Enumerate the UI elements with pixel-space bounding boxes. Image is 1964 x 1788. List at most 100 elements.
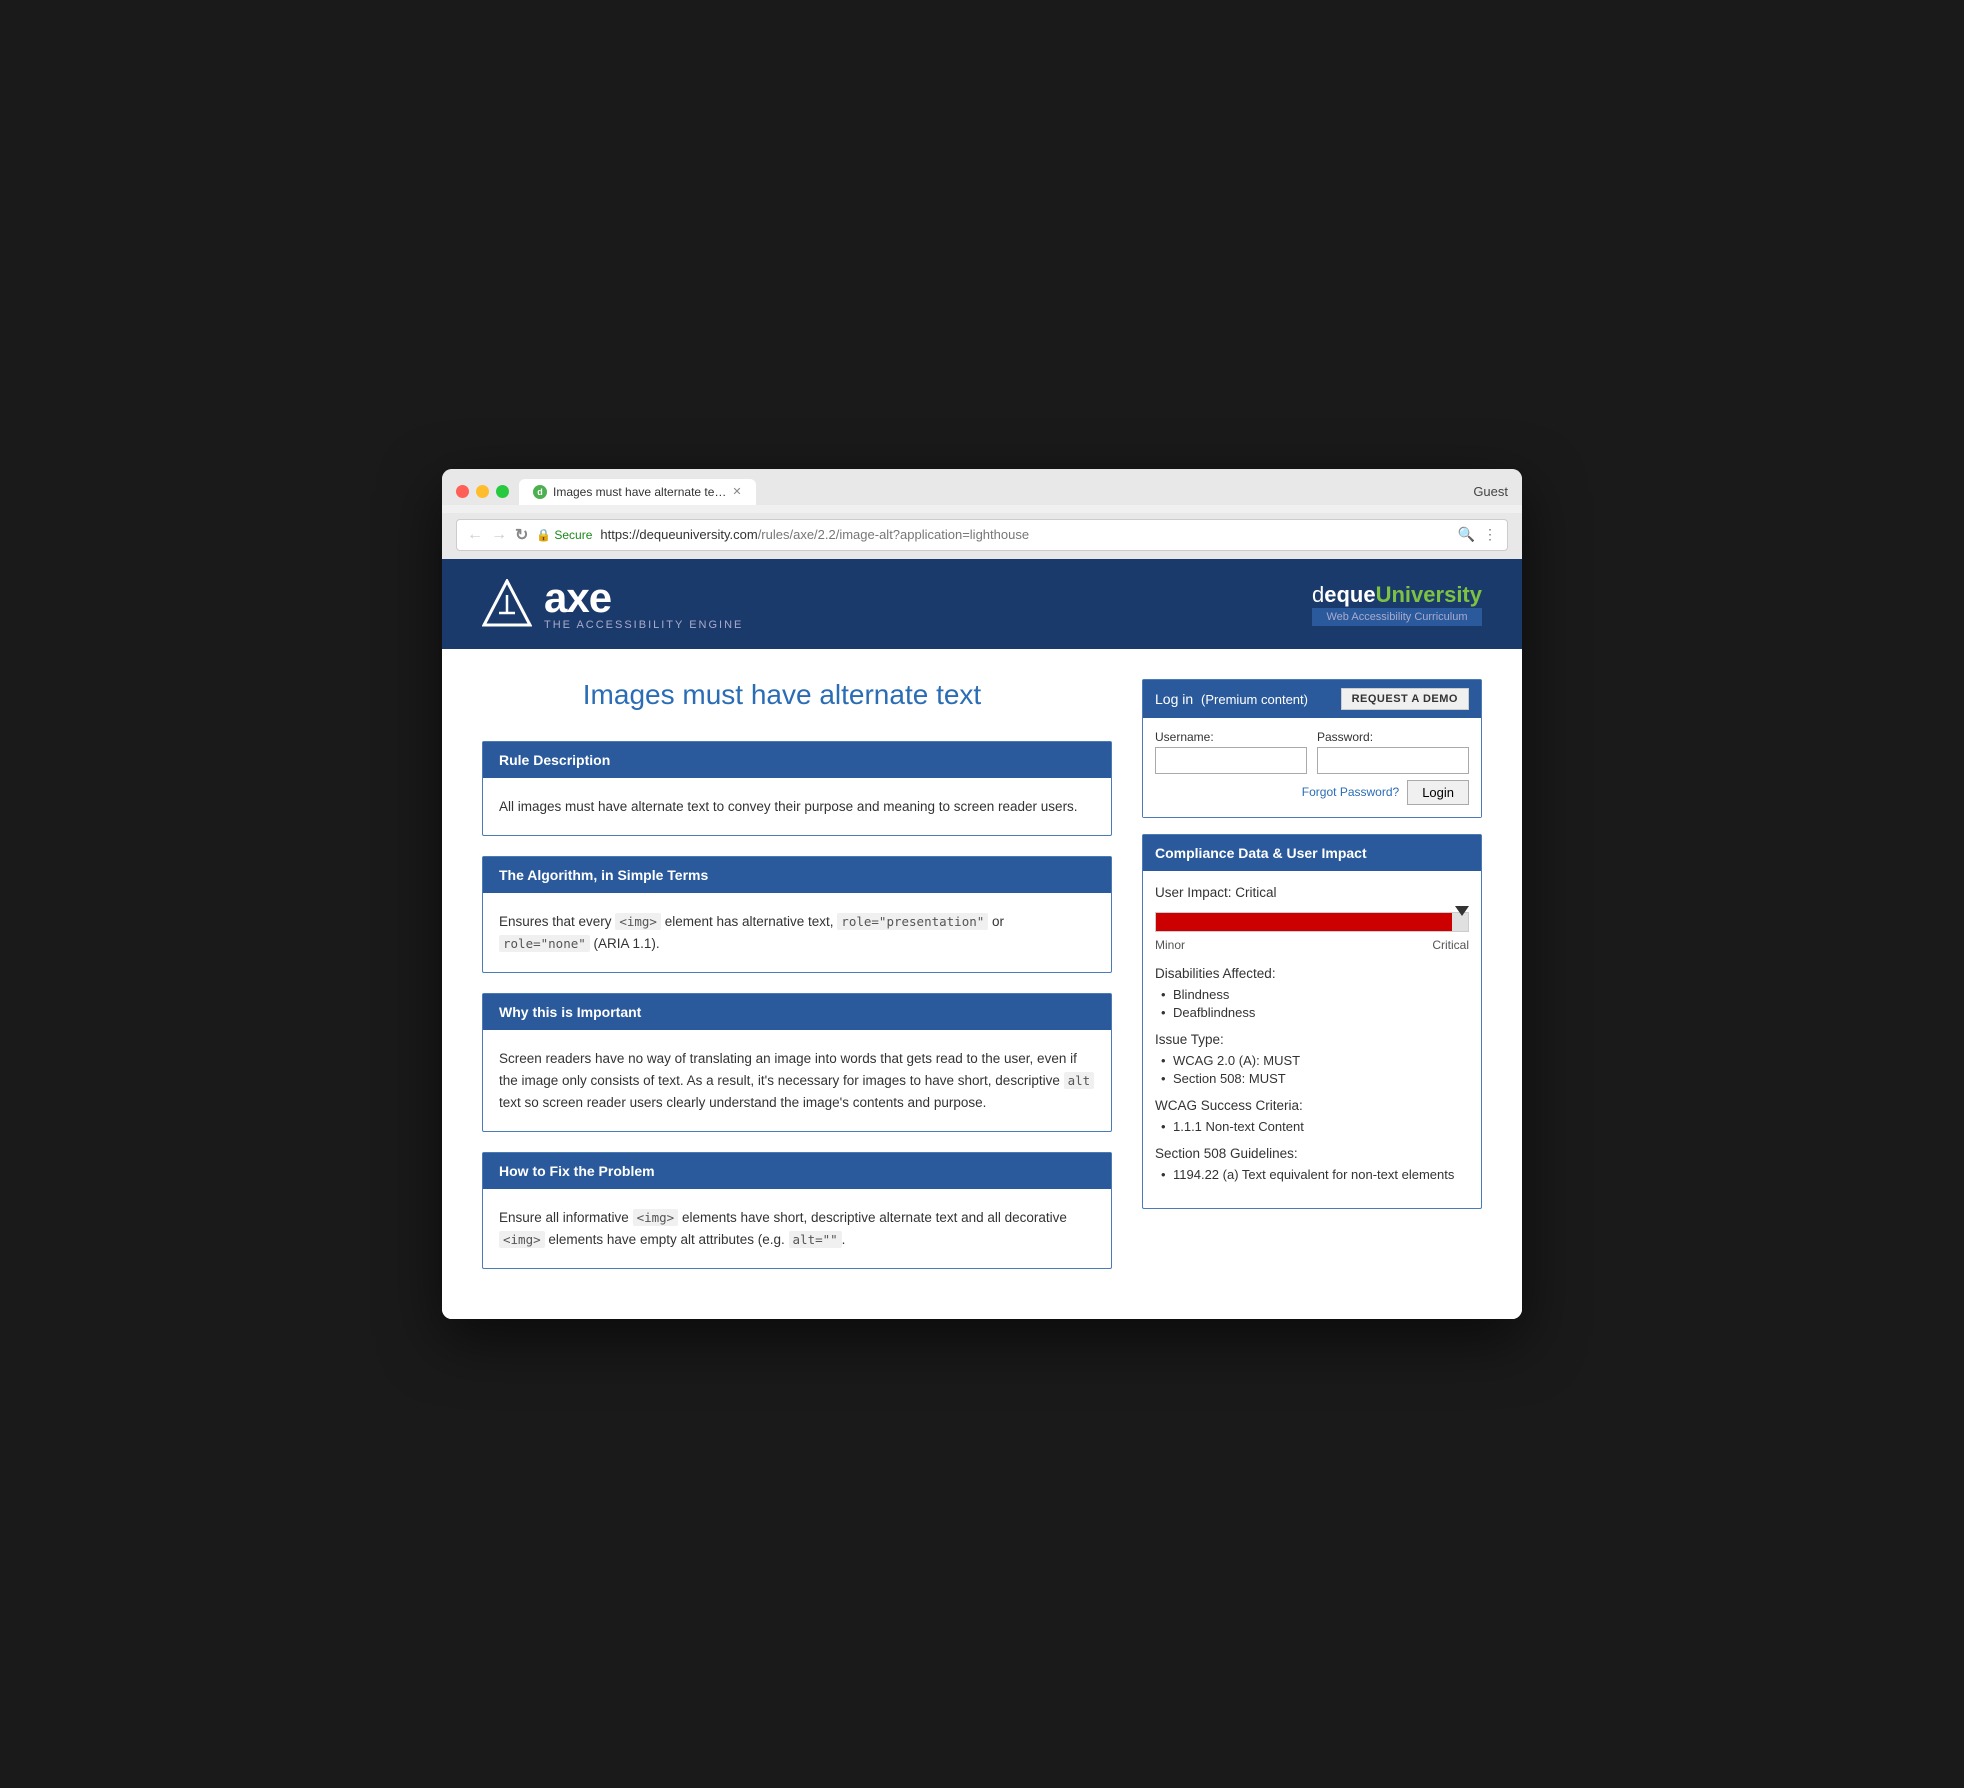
algorithm-body: Ensures that every <img> element has alt… <box>483 893 1111 972</box>
minimize-button[interactable] <box>476 485 489 498</box>
why-important-text: Screen readers have no way of translatin… <box>499 1048 1095 1113</box>
axe-wordmark: axe THE ACCESSIBILITY ENGINE <box>544 577 743 631</box>
wcag-list: 1.1.1 Non-text Content <box>1155 1119 1469 1134</box>
secure-badge: 🔒 Secure <box>536 528 592 542</box>
issue-type-section: Issue Type: WCAG 2.0 (A): MUST Section 5… <box>1155 1032 1469 1086</box>
disabilities-title: Disabilities Affected: <box>1155 966 1469 981</box>
fix-text-prefix: Ensure all informative <box>499 1210 633 1225</box>
login-body: Username: Password: Forgot Password? Log… <box>1143 718 1481 817</box>
compliance-body: User Impact: Critical Minor Critical <box>1143 871 1481 1208</box>
why-text-prefix: Screen readers have no way of translatin… <box>499 1051 1077 1088</box>
username-input[interactable] <box>1155 747 1307 774</box>
browser-window: d Images must have alternate te… ✕ Guest… <box>442 469 1522 1320</box>
fix-code2: <img> <box>499 1231 545 1248</box>
why-text-suffix: text so screen reader users clearly unde… <box>499 1095 986 1110</box>
password-input[interactable] <box>1317 747 1469 774</box>
list-item: WCAG 2.0 (A): MUST <box>1155 1053 1469 1068</box>
section508-title: Section 508 Guidelines: <box>1155 1146 1469 1161</box>
rule-description-section: Rule Description All images must have al… <box>482 741 1112 837</box>
algorithm-header: The Algorithm, in Simple Terms <box>483 857 1111 893</box>
how-to-fix-header: How to Fix the Problem <box>483 1153 1111 1189</box>
issue-type-list: WCAG 2.0 (A): MUST Section 508: MUST <box>1155 1053 1469 1086</box>
close-button[interactable] <box>456 485 469 498</box>
axe-logo: axe THE ACCESSIBILITY ENGINE <box>482 577 743 631</box>
axe-subtitle: THE ACCESSIBILITY ENGINE <box>544 619 743 631</box>
fix-text-middle: elements have short, descriptive alterna… <box>678 1210 1067 1225</box>
login-fields: Username: Password: <box>1155 730 1469 774</box>
why-code1: alt <box>1064 1072 1095 1089</box>
username-field: Username: <box>1155 730 1307 774</box>
deque-logo: dequeUniversity <box>1312 582 1482 608</box>
algorithm-text-prefix: Ensures that every <box>499 914 615 929</box>
section508-section: Section 508 Guidelines: 1194.22 (a) Text… <box>1155 1146 1469 1182</box>
lock-icon: 🔒 <box>536 528 551 542</box>
rule-description-header: Rule Description <box>483 742 1111 778</box>
secure-text: Secure <box>554 528 592 542</box>
request-demo-button[interactable]: REQUEST A DEMO <box>1341 688 1469 710</box>
impact-bar-container <box>1155 912 1469 932</box>
why-important-header: Why this is Important <box>483 994 1111 1030</box>
url-display[interactable]: https://dequeuniversity.com/rules/axe/2.… <box>600 527 1449 542</box>
fix-text-suffix: elements have empty alt attributes (e.g. <box>545 1232 789 1247</box>
browser-titlebar: d Images must have alternate te… ✕ Guest <box>456 479 1508 505</box>
algorithm-text-middle: element has alternative text, <box>661 914 837 929</box>
disabilities-section: Disabilities Affected: Blindness Deafbli… <box>1155 966 1469 1020</box>
how-to-fix-text: Ensure all informative <img> elements ha… <box>499 1207 1095 1250</box>
right-column: Log in (Premium content) REQUEST A DEMO … <box>1142 679 1482 1290</box>
fix-text-end: . <box>842 1232 846 1247</box>
algorithm-text-suffix: (ARIA 1.1). <box>590 936 660 951</box>
back-button[interactable]: ← <box>467 526 483 544</box>
reload-button[interactable]: ↻ <box>515 525 528 545</box>
maximize-button[interactable] <box>496 485 509 498</box>
why-important-body: Screen readers have no way of translatin… <box>483 1030 1111 1131</box>
login-box: Log in (Premium content) REQUEST A DEMO … <box>1142 679 1482 818</box>
section508-list: 1194.22 (a) Text equivalent for non-text… <box>1155 1167 1469 1182</box>
login-button[interactable]: Login <box>1407 780 1469 805</box>
minor-label: Minor <box>1155 938 1185 952</box>
compliance-box: Compliance Data & User Impact User Impac… <box>1142 834 1482 1209</box>
wcag-title: WCAG Success Criteria: <box>1155 1098 1469 1113</box>
password-label: Password: <box>1317 730 1469 744</box>
addressbar-wrapper: ← → ↻ 🔒 Secure https://dequeuniversity.c… <box>442 513 1522 559</box>
forward-button[interactable]: → <box>491 526 507 544</box>
list-item: Deafblindness <box>1155 1005 1469 1020</box>
url-base: https://dequeuniversity.com <box>600 527 757 542</box>
user-impact-label: User Impact: Critical <box>1155 885 1469 900</box>
deque-university: dequeUniversity Web Accessibility Curric… <box>1312 582 1482 626</box>
login-header: Log in (Premium content) REQUEST A DEMO <box>1143 680 1481 718</box>
menu-icon[interactable]: ⋮ <box>1483 526 1497 543</box>
algorithm-text-middle2: or <box>988 914 1004 929</box>
algorithm-section: The Algorithm, in Simple Terms Ensures t… <box>482 856 1112 973</box>
traffic-lights <box>456 485 509 498</box>
login-header-text: Log in (Premium content) <box>1155 691 1308 707</box>
list-item: 1194.22 (a) Text equivalent for non-text… <box>1155 1167 1469 1182</box>
browser-tabs: d Images must have alternate te… ✕ <box>519 479 1463 505</box>
browser-chrome: d Images must have alternate te… ✕ Guest <box>442 469 1522 505</box>
main-layout: Images must have alternate text Rule Des… <box>442 649 1522 1320</box>
fix-code3: alt="" <box>789 1231 842 1248</box>
list-item: Blindness <box>1155 987 1469 1002</box>
tab-title: Images must have alternate te… <box>553 485 726 499</box>
tab-favicon: d <box>533 485 547 499</box>
address-bar[interactable]: ← → ↻ 🔒 Secure https://dequeuniversity.c… <box>456 519 1508 551</box>
impact-bar-fill <box>1156 913 1452 931</box>
deque-tagline: Web Accessibility Curriculum <box>1312 608 1482 626</box>
username-label: Username: <box>1155 730 1307 744</box>
page-content: axe THE ACCESSIBILITY ENGINE dequeUniver… <box>442 559 1522 1320</box>
list-item: 1.1.1 Non-text Content <box>1155 1119 1469 1134</box>
page-title: Images must have alternate text <box>482 679 1112 711</box>
axe-triangle-icon <box>482 579 532 629</box>
guest-label: Guest <box>1473 484 1508 499</box>
search-icon[interactable]: 🔍 <box>1458 526 1475 543</box>
forgot-password-link[interactable]: Forgot Password? <box>1302 785 1399 799</box>
algorithm-code3: role="none" <box>499 935 590 952</box>
algorithm-code1: <img> <box>615 913 661 930</box>
left-column: Images must have alternate text Rule Des… <box>482 679 1142 1290</box>
login-actions: Forgot Password? Login <box>1155 780 1469 805</box>
active-tab[interactable]: d Images must have alternate te… ✕ <box>519 479 756 505</box>
impact-bar-track <box>1155 912 1469 932</box>
issue-type-title: Issue Type: <box>1155 1032 1469 1047</box>
algorithm-code2: role="presentation" <box>837 913 988 930</box>
tab-close-icon[interactable]: ✕ <box>732 485 741 498</box>
rule-description-body: All images must have alternate text to c… <box>483 778 1111 836</box>
